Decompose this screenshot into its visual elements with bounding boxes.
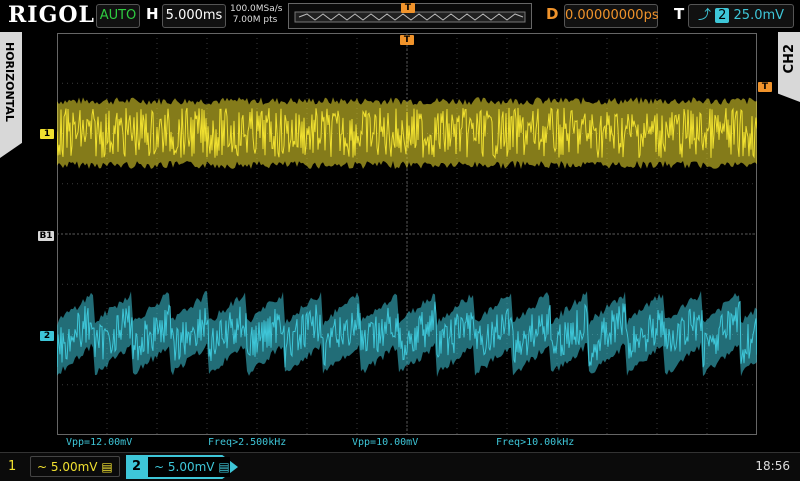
ch1-number: 1 bbox=[8, 459, 17, 474]
trigger-label: T bbox=[674, 5, 685, 23]
ch1-offset-marker[interactable]: 1 bbox=[40, 129, 54, 139]
measurement-ch1-freq: Freq>2.500kHz bbox=[208, 437, 287, 448]
clock: 18:56 bbox=[755, 459, 790, 473]
ch2-scale: ~ 5.00mV bbox=[154, 460, 215, 474]
ref-marker[interactable]: B1 bbox=[38, 231, 54, 241]
trigger-source: 2 bbox=[715, 8, 730, 23]
sample-rate: 100.0MSa/s bbox=[230, 4, 283, 14]
measurement-ch2-freq: Freq>10.00kHz bbox=[496, 437, 575, 448]
horizontal-tab-label: HORIZONTAL bbox=[3, 42, 16, 122]
memory-depth: 7.00M pts bbox=[232, 15, 278, 25]
memory-overview[interactable]: T bbox=[288, 3, 532, 29]
ch1-waveform bbox=[57, 97, 757, 169]
measurement-ch2-vpp: Vpp=10.00mV bbox=[352, 437, 419, 448]
channel-status-bar: 1 ~ 5.00mV ▤ 2 ~ 5.00mV ▤ 18:56 bbox=[0, 452, 800, 481]
rising-edge-icon: ⤴ bbox=[697, 8, 711, 23]
horizontal-tab[interactable]: HORIZONTAL bbox=[0, 32, 22, 158]
timebase-value[interactable]: 5.000ms bbox=[162, 4, 226, 28]
measurement-ch1-vpp: Vpp=12.00mV bbox=[66, 437, 133, 448]
ch2-tab[interactable]: CH2 bbox=[778, 32, 800, 102]
ch2-number: 2 bbox=[132, 459, 142, 474]
ch1-scale: ~ 5.00mV bbox=[37, 460, 98, 474]
trigger-time-marker[interactable]: T bbox=[400, 35, 414, 45]
brand-logo: RIGOL bbox=[8, 2, 95, 28]
trigger-level-marker[interactable]: T bbox=[758, 82, 772, 92]
top-status-bar: RIGOL AUTO H 5.000ms 100.0MSa/s 7.00M pt… bbox=[0, 0, 800, 32]
ch2-scale-button[interactable]: ~ 5.00mV ▤ bbox=[148, 457, 230, 477]
ch2-offset-marker[interactable]: 2 bbox=[40, 331, 54, 341]
trigger-position-marker: T bbox=[401, 3, 415, 13]
ch1-scale-button[interactable]: ~ 5.00mV ▤ bbox=[30, 456, 120, 477]
trigger-level: 25.0mV bbox=[733, 8, 785, 23]
ch2-tab-label: CH2 bbox=[782, 44, 797, 74]
acquisition-info: 100.0MSa/s 7.00M pts bbox=[230, 4, 283, 26]
ch2-impedance-icon: ▤ bbox=[218, 460, 230, 474]
delay-label: D bbox=[546, 5, 559, 23]
run-mode-indicator[interactable]: AUTO bbox=[96, 4, 140, 28]
waveform-display[interactable] bbox=[57, 33, 757, 435]
ch1-impedance-icon: ▤ bbox=[101, 460, 113, 474]
horizontal-label: H bbox=[146, 5, 159, 23]
graticule bbox=[57, 33, 757, 435]
trigger-settings[interactable]: ⤴ 2 25.0mV bbox=[688, 4, 794, 28]
delay-value[interactable]: 0.00000000ps bbox=[564, 4, 659, 28]
